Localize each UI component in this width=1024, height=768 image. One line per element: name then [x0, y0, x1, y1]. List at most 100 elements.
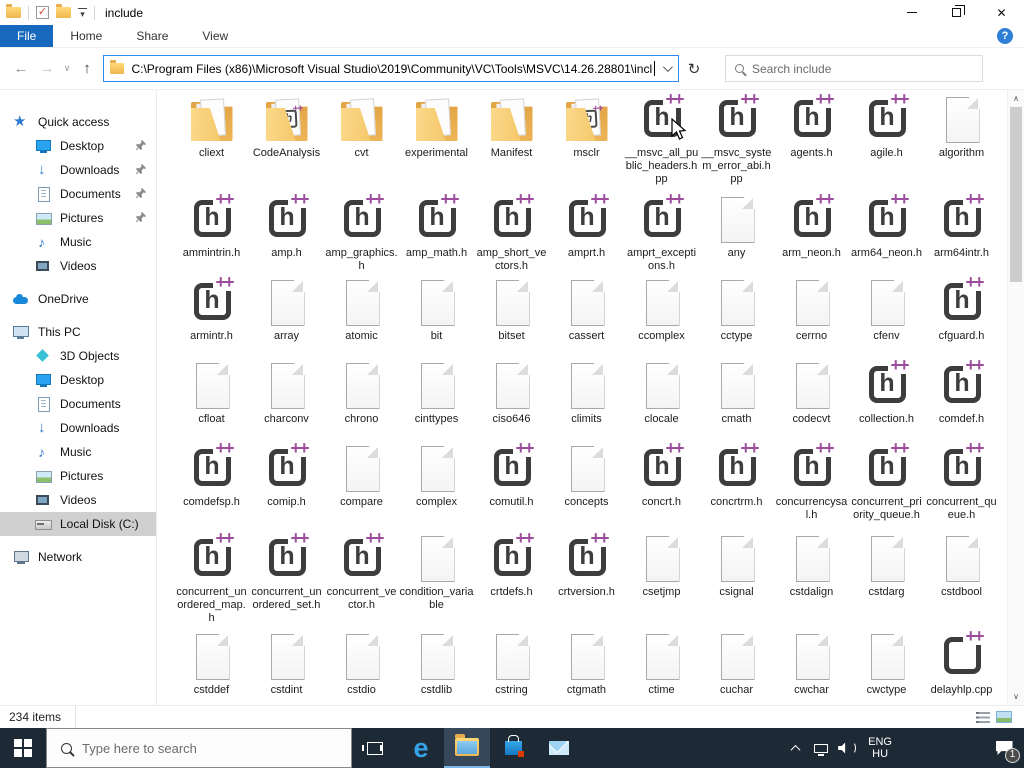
file-item[interactable]: compare	[324, 445, 399, 535]
sidebar-item[interactable]: Documents	[0, 182, 156, 206]
file-item[interactable]: arm64intr.h	[924, 191, 999, 279]
file-item[interactable]: experimental	[399, 96, 474, 196]
file-item[interactable]: concrtrm.h	[699, 440, 774, 535]
file-item[interactable]: __msvc_all_public_headers.hpp	[624, 91, 699, 196]
file-item[interactable]: amp.h	[249, 191, 324, 279]
sidebar-item[interactable]: Documents	[0, 392, 156, 416]
file-item[interactable]: concurrencysal.h	[774, 440, 849, 535]
sidebar-item[interactable]: Local Disk (C:)	[0, 512, 156, 536]
taskbar-search-input[interactable]	[82, 740, 302, 756]
minimize-button[interactable]	[889, 0, 934, 25]
file-item[interactable]: cliext	[174, 96, 249, 196]
start-button[interactable]	[0, 728, 46, 768]
file-item[interactable]: csetjmp	[624, 535, 699, 633]
sidebar-item[interactable]: Pictures	[0, 206, 156, 230]
language-indicator[interactable]: ENG HU	[860, 736, 900, 760]
search-box[interactable]	[725, 55, 983, 82]
file-item[interactable]: atomic	[324, 279, 399, 362]
file-item[interactable]: ctgmath	[549, 633, 624, 703]
file-item[interactable]: cstdbool	[924, 535, 999, 633]
action-center-button[interactable]: 1	[984, 728, 1024, 768]
file-item[interactable]: amprt_exceptions.h	[624, 191, 699, 279]
file-item[interactable]: amp_graphics.h	[324, 191, 399, 279]
sidebar-item[interactable]: 3D Objects	[0, 344, 156, 368]
sidebar-item[interactable]: OneDrive	[0, 287, 156, 311]
file-item[interactable]: cstring	[474, 633, 549, 703]
back-button[interactable]: ←	[8, 56, 34, 82]
file-item[interactable]: charconv	[249, 362, 324, 445]
file-item[interactable]: concurrent_vector.h	[324, 530, 399, 633]
refresh-button[interactable]: ↻	[679, 56, 709, 82]
file-item[interactable]: csignal	[699, 535, 774, 633]
file-item[interactable]: cwchar	[774, 633, 849, 703]
sidebar-item[interactable]: Desktop	[0, 134, 156, 158]
file-item[interactable]: cinttypes	[399, 362, 474, 445]
file-item[interactable]: Manifest	[474, 96, 549, 196]
sidebar-item[interactable]: Downloads	[0, 158, 156, 182]
help-icon[interactable]: ?	[997, 28, 1013, 44]
file-item[interactable]: cwctype	[849, 633, 924, 703]
sidebar-item[interactable]: Pictures	[0, 464, 156, 488]
new-folder-icon[interactable]	[56, 4, 71, 18]
up-button[interactable]: ↑	[74, 56, 100, 82]
sidebar-item[interactable]: Videos	[0, 488, 156, 512]
file-item[interactable]: ciso646	[474, 362, 549, 445]
close-button[interactable]: ✕	[979, 0, 1024, 25]
file-item[interactable]: chrono	[324, 362, 399, 445]
forward-button[interactable]: →	[34, 56, 60, 82]
sidebar-item[interactable]: Network	[0, 545, 156, 569]
file-item[interactable]: collection.h	[849, 357, 924, 445]
file-item[interactable]: cassert	[549, 279, 624, 362]
file-item[interactable]: concepts	[549, 445, 624, 535]
file-item[interactable]: cstdint	[249, 633, 324, 703]
file-explorer-button[interactable]	[444, 728, 490, 768]
file-item[interactable]: crtversion.h	[549, 530, 624, 633]
sidebar-item[interactable]: Music	[0, 440, 156, 464]
sidebar-item[interactable]: Quick access	[0, 110, 156, 134]
file-item[interactable]: complex	[399, 445, 474, 535]
volume-button[interactable]	[834, 728, 860, 768]
file-item[interactable]: amp_math.h	[399, 191, 474, 279]
tab-home[interactable]: Home	[53, 25, 119, 47]
vertical-scrollbar[interactable]: ∧ ∨	[1007, 90, 1024, 705]
address-dropdown-icon[interactable]	[655, 62, 678, 73]
file-item[interactable]: array	[249, 279, 324, 362]
address-path[interactable]: C:\Program Files (x86)\Microsoft Visual …	[131, 62, 652, 76]
file-item[interactable]: cfguard.h	[924, 274, 999, 362]
tab-share[interactable]: Share	[119, 25, 185, 47]
properties-icon[interactable]: ✓	[36, 6, 49, 19]
file-item[interactable]: cfenv	[849, 279, 924, 362]
file-item[interactable]: cvt	[324, 96, 399, 196]
file-item[interactable]: any	[699, 196, 774, 279]
file-item[interactable]: msclr	[549, 96, 624, 196]
mail-button[interactable]	[536, 728, 582, 768]
file-item[interactable]: algorithm	[924, 96, 999, 196]
file-item[interactable]: comip.h	[249, 440, 324, 535]
file-item[interactable]: CodeAnalysis	[249, 96, 324, 196]
recent-locations-icon[interactable]: ∨	[60, 56, 74, 82]
sidebar-item[interactable]: This PC	[0, 320, 156, 344]
file-item[interactable]: concurrent_unordered_set.h	[249, 530, 324, 633]
file-item[interactable]: cstdio	[324, 633, 399, 703]
file-item[interactable]: climits	[549, 362, 624, 445]
file-item[interactable]: cuchar	[699, 633, 774, 703]
file-item[interactable]: condition_variable	[399, 535, 474, 633]
customize-toolbar-icon[interactable]: ▾	[78, 8, 87, 18]
address-bar[interactable]: C:\Program Files (x86)\Microsoft Visual …	[103, 55, 679, 82]
tab-view[interactable]: View	[185, 25, 245, 47]
file-item[interactable]: clocale	[624, 362, 699, 445]
search-input[interactable]	[752, 61, 932, 76]
file-item[interactable]: agents.h	[774, 91, 849, 196]
file-item[interactable]: amprt.h	[549, 191, 624, 279]
sidebar-item[interactable]: Desktop	[0, 368, 156, 392]
file-item[interactable]: comdefsp.h	[174, 440, 249, 535]
file-item[interactable]: agile.h	[849, 91, 924, 196]
task-view-button[interactable]	[352, 728, 398, 768]
file-item[interactable]: bitset	[474, 279, 549, 362]
restore-button[interactable]	[934, 0, 979, 25]
edge-button[interactable]: e	[398, 728, 444, 768]
file-item[interactable]: ctime	[624, 633, 699, 703]
file-item[interactable]: comutil.h	[474, 440, 549, 535]
details-view-icon[interactable]	[976, 711, 990, 723]
scroll-up-icon[interactable]: ∧	[1008, 90, 1024, 107]
